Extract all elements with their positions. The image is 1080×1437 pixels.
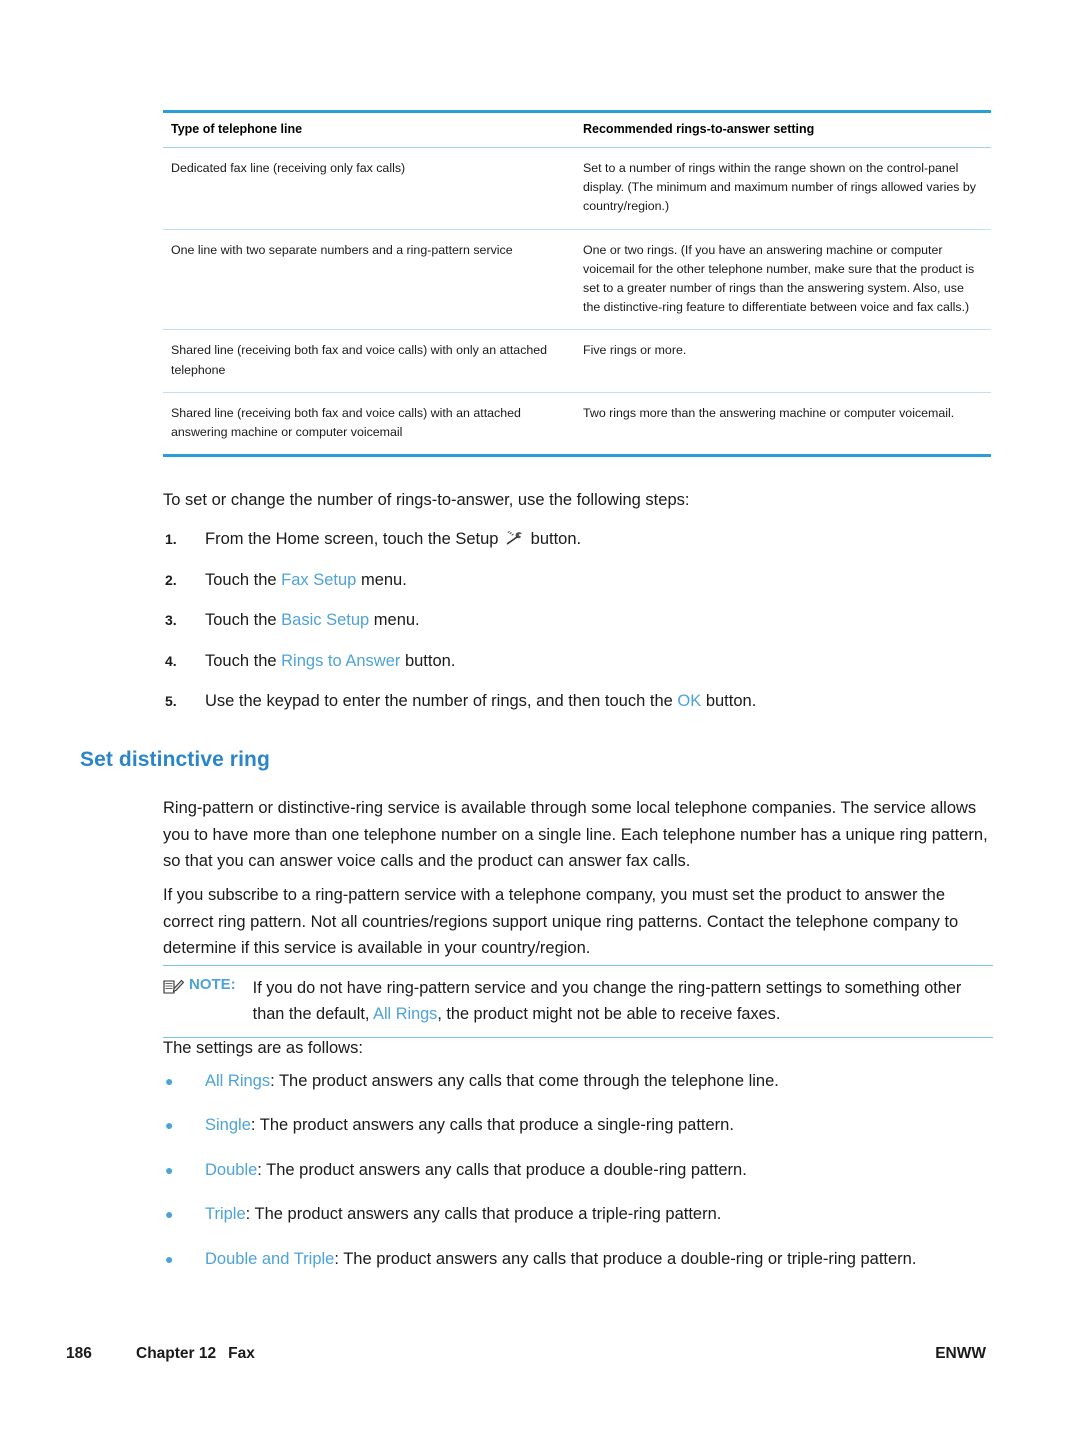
step-text-pre: From the Home screen, touch the Setup xyxy=(205,530,504,548)
note-text-post: , the product might not be able to recei… xyxy=(437,1005,781,1024)
setup-wrench-icon xyxy=(505,530,524,547)
table-cell-setting: Five rings or more. xyxy=(575,329,991,393)
intro-paragraph: To set or change the number of rings-to-… xyxy=(163,491,690,509)
step-text-post: button. xyxy=(526,530,582,548)
step-number: 3. xyxy=(165,612,177,629)
page-title: Set distinctive ring xyxy=(80,748,270,771)
list-item: ● All Rings: The product answers any cal… xyxy=(163,1068,1003,1094)
table-cell-type: Dedicated fax line (receiving only fax c… xyxy=(163,147,575,230)
ui-label-single: Single xyxy=(205,1116,251,1135)
rings-to-answer-table: Type of telephone line Recommended rings… xyxy=(163,110,991,458)
step-text: Touch the Fax Setup menu. xyxy=(205,568,993,594)
table-cell-type: One line with two separate numbers and a… xyxy=(163,229,575,331)
note-box: NOTE: If you do not have ring-pattern se… xyxy=(163,965,993,1039)
step-text: Use the keypad to enter the number of ri… xyxy=(205,689,993,715)
bullet-icon: ● xyxy=(165,1250,174,1267)
ui-label-double: Double xyxy=(205,1160,258,1179)
bullet-text-body: : The product answers any calls that pro… xyxy=(245,1205,722,1224)
footer-enww: ENWW xyxy=(935,1345,986,1362)
table-cell-type: Shared line (receiving both fax and voic… xyxy=(163,329,575,393)
step-text-pre: Touch the xyxy=(205,611,282,630)
list-item: ● Triple: The product answers any calls … xyxy=(163,1201,1003,1227)
table-header-row: Type of telephone line Recommended rings… xyxy=(163,110,991,148)
list-item: ● Double and Triple: The product answers… xyxy=(163,1246,1003,1272)
table-cell-type: Shared line (receiving both fax and voic… xyxy=(163,392,575,458)
steps-list: 1. From the Home screen, touch the Setup… xyxy=(163,527,993,730)
step-number: 2. xyxy=(165,571,177,588)
table-header-type: Type of telephone line xyxy=(163,110,575,148)
step-text-pre: Use the keypad to enter the number of ri… xyxy=(205,692,678,711)
bullet-text-body: : The product answers any calls that com… xyxy=(270,1072,779,1090)
ui-label-triple: Triple xyxy=(205,1205,246,1224)
list-item: 1. From the Home screen, touch the Setup… xyxy=(163,527,993,553)
step-text: Touch the Basic Setup menu. xyxy=(205,608,993,634)
table-header-setting: Recommended rings-to-answer setting xyxy=(575,110,991,148)
note-text: If you do not have ring-pattern service … xyxy=(253,975,993,1027)
bullet-text: Double and Triple: The product answers a… xyxy=(205,1246,1003,1272)
note-pencil-icon xyxy=(163,975,189,1001)
step-text: From the Home screen, touch the Setup bu… xyxy=(205,527,993,553)
body-paragraph-2: If you subscribe to a ring-pattern servi… xyxy=(163,886,959,958)
bullet-icon: ● xyxy=(165,1073,174,1089)
ui-label-all-rings: All Rings xyxy=(373,1005,438,1024)
table-row: Dedicated fax line (receiving only fax c… xyxy=(163,147,991,230)
step-text-post: button. xyxy=(701,692,757,711)
bullet-icon: ● xyxy=(165,1117,174,1134)
footer-chapter-title: Fax xyxy=(228,1345,255,1362)
step-number: 4. xyxy=(165,652,177,669)
note-label: NOTE: xyxy=(189,976,236,993)
table-row: Shared line (receiving both fax and voic… xyxy=(163,329,991,393)
bullet-text: All Rings: The product answers any calls… xyxy=(205,1068,1003,1094)
table-cell-setting: Two rings more than the answering machin… xyxy=(575,392,991,458)
step-text-post: menu. xyxy=(369,611,420,630)
ui-label-fax-setup: Fax Setup xyxy=(281,570,357,589)
bullet-text: Single: The product answers any calls th… xyxy=(205,1112,1003,1138)
bullet-icon: ● xyxy=(165,1161,174,1178)
step-text-post: button. xyxy=(400,651,456,670)
bullet-text-body: : The product answers any calls that pro… xyxy=(257,1160,747,1179)
list-item: 5. Use the keypad to enter the number of… xyxy=(163,689,993,715)
list-item: ● Double: The product answers any calls … xyxy=(163,1157,1003,1183)
bullet-text: Double: The product answers any calls th… xyxy=(205,1157,1003,1183)
list-item: ● Single: The product answers any calls … xyxy=(163,1112,1003,1138)
settings-bullet-list: ● All Rings: The product answers any cal… xyxy=(163,1068,1003,1290)
step-text-post: menu. xyxy=(356,570,407,589)
ui-label-rings-to-answer: Rings to Answer xyxy=(281,651,401,670)
page-footer: 186 Chapter 12 Fax ENWW xyxy=(66,1345,986,1363)
bullet-text: Triple: The product answers any calls th… xyxy=(205,1201,1003,1227)
bullet-icon: ● xyxy=(165,1206,174,1223)
footer-chapter: Chapter 12 Fax xyxy=(136,1345,935,1363)
footer-page-number: 186 xyxy=(66,1345,92,1362)
body-paragraph-1: Ring-pattern or distinctive-ring service… xyxy=(163,799,988,871)
step-number: 1. xyxy=(165,531,177,547)
ui-label-double-and-triple: Double and Triple xyxy=(205,1249,335,1268)
step-text: Touch the Rings to Answer button. xyxy=(205,649,993,675)
step-number: 5. xyxy=(165,693,177,710)
list-item: 4. Touch the Rings to Answer button. xyxy=(163,649,993,675)
document-page: Type of telephone line Recommended rings… xyxy=(0,0,1080,1437)
footer-chapter-number: Chapter 12 xyxy=(136,1345,217,1362)
table-cell-setting: One or two rings. (If you have an answer… xyxy=(575,229,991,331)
table-row: Shared line (receiving both fax and voic… xyxy=(163,392,991,458)
bullet-text-body: : The product answers any calls that pro… xyxy=(250,1116,734,1135)
bullet-text-body: : The product answers any calls that pro… xyxy=(334,1249,917,1268)
ui-label-ok: OK xyxy=(677,692,702,711)
list-item: 3. Touch the Basic Setup menu. xyxy=(163,608,993,634)
ui-label-basic-setup: Basic Setup xyxy=(281,611,370,630)
step-text-pre: Touch the xyxy=(205,651,282,670)
list-item: 2. Touch the Fax Setup menu. xyxy=(163,568,993,594)
table-cell-setting: Set to a number of rings within the rang… xyxy=(575,147,991,230)
ui-label-all-rings: All Rings xyxy=(205,1072,271,1090)
step-text-pre: Touch the xyxy=(205,570,282,589)
body-paragraph-3: The settings are as follows: xyxy=(163,1039,363,1057)
table-row: One line with two separate numbers and a… xyxy=(163,229,991,331)
